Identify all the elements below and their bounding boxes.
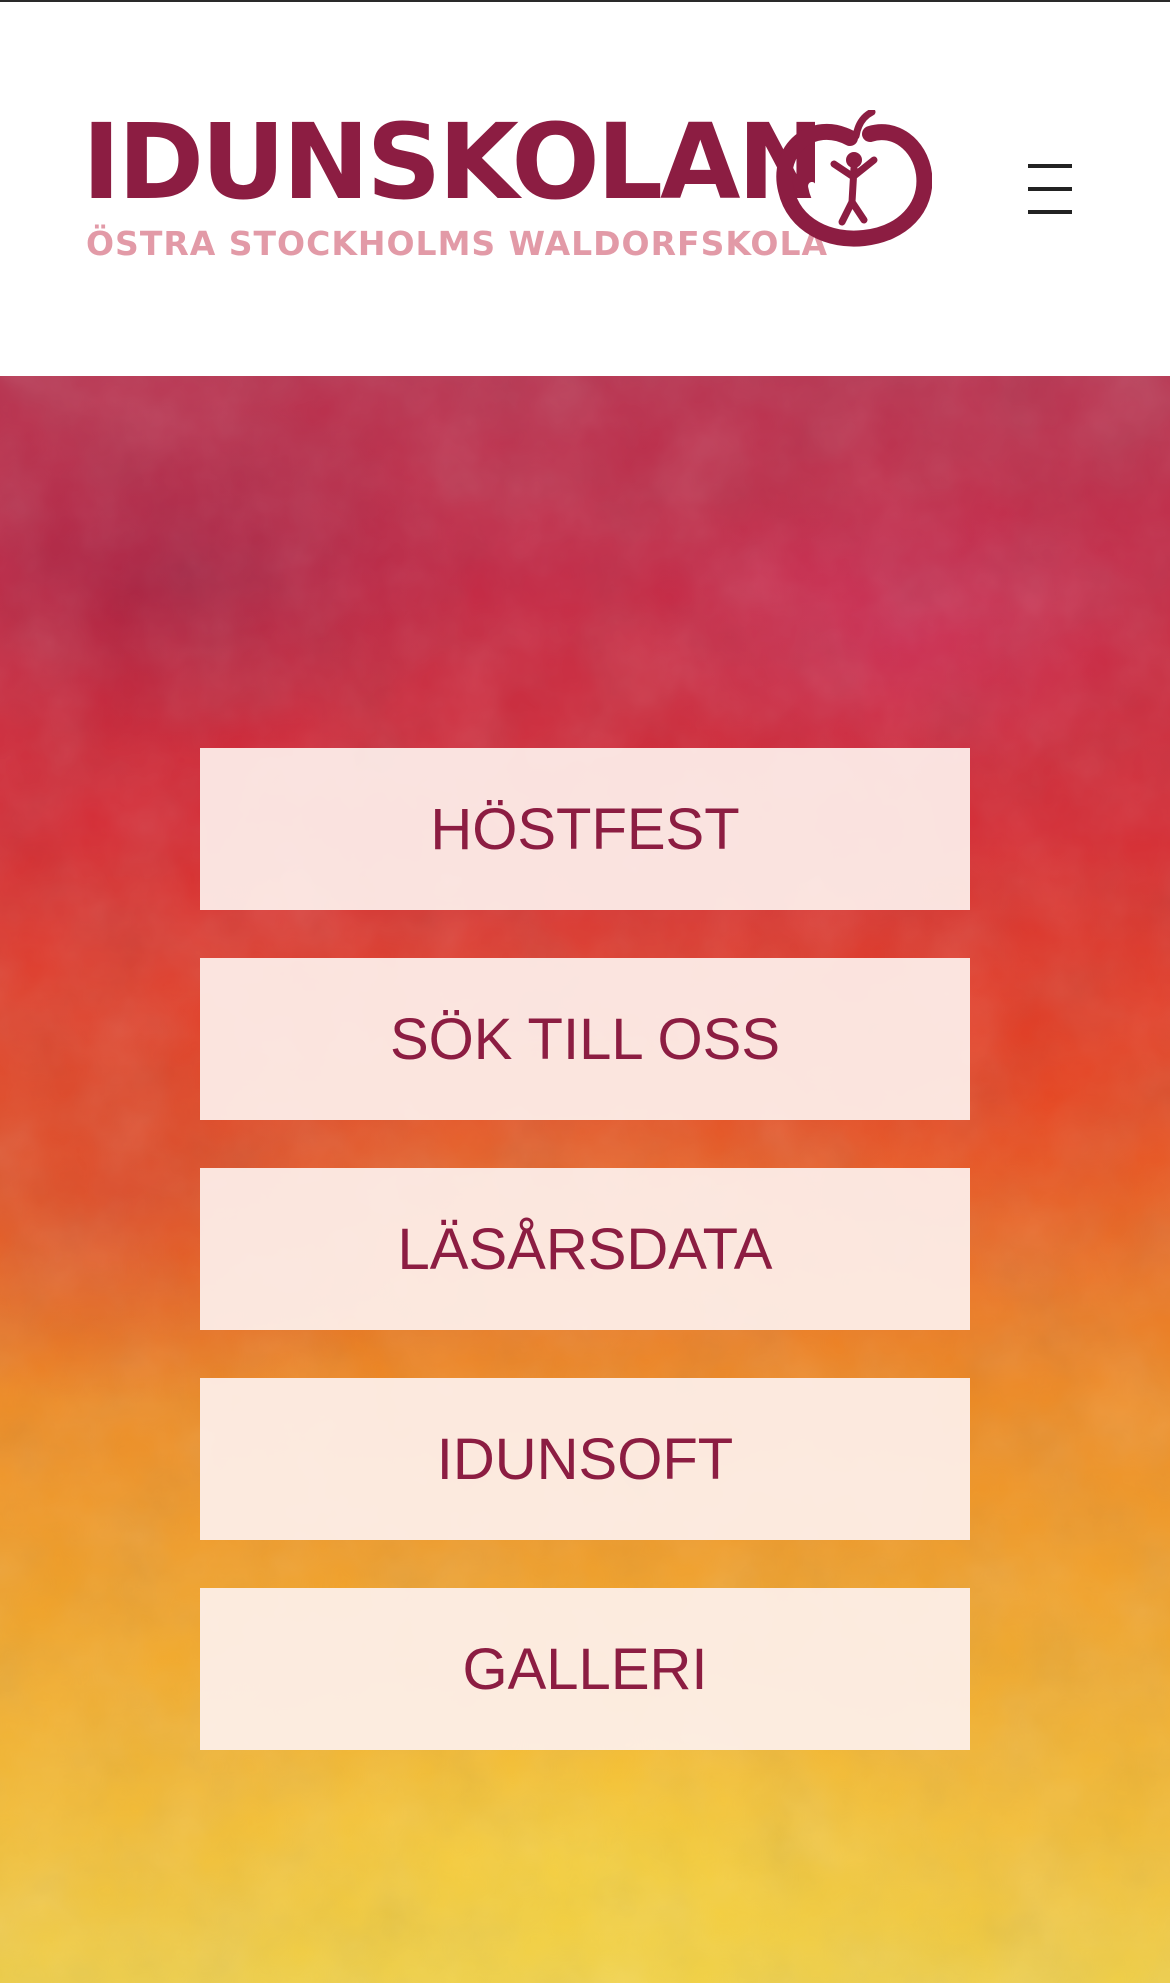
menu-bar-middle: [1028, 187, 1072, 191]
idunsoft-button[interactable]: IDUNSOFT: [200, 1378, 970, 1540]
logo-title: IDUNSKOLAN: [82, 101, 825, 223]
lasarsdata-label: LÄSÅRSDATA: [397, 1216, 773, 1282]
galleri-button[interactable]: GALLERI: [200, 1588, 970, 1750]
site-logo[interactable]: IDUNSKOLAN ÖSTRA STOCKHOLMS WALDORFSKOLA: [82, 110, 932, 270]
galleri-label: GALLERI: [462, 1636, 708, 1702]
idunsoft-label: IDUNSOFT: [436, 1426, 734, 1492]
page: IDUNSKOLAN ÖSTRA STOCKHOLMS WALDORFSKOLA: [0, 0, 1170, 1983]
hostfest-label: HÖSTFEST: [430, 796, 740, 862]
menu-bar-bottom: [1028, 210, 1072, 214]
lasarsdata-button[interactable]: LÄSÅRSDATA: [200, 1168, 970, 1330]
apple-figure-icon: [776, 110, 932, 247]
hamburger-menu-icon[interactable]: [1012, 154, 1088, 224]
sok-till-oss-label: SÖK TILL OSS: [389, 1006, 781, 1072]
menu-bar-top: [1028, 164, 1072, 168]
site-header: IDUNSKOLAN ÖSTRA STOCKHOLMS WALDORFSKOLA: [0, 2, 1170, 376]
sok-till-oss-button[interactable]: SÖK TILL OSS: [200, 958, 970, 1120]
logo-subtitle: ÖSTRA STOCKHOLMS WALDORFSKOLA: [86, 224, 829, 263]
hostfest-button[interactable]: HÖSTFEST: [200, 748, 970, 910]
hero-watercolor-background: HÖSTFEST SÖK TILL OSS LÄSÅRSDATA IDUNSOF…: [0, 376, 1170, 1983]
